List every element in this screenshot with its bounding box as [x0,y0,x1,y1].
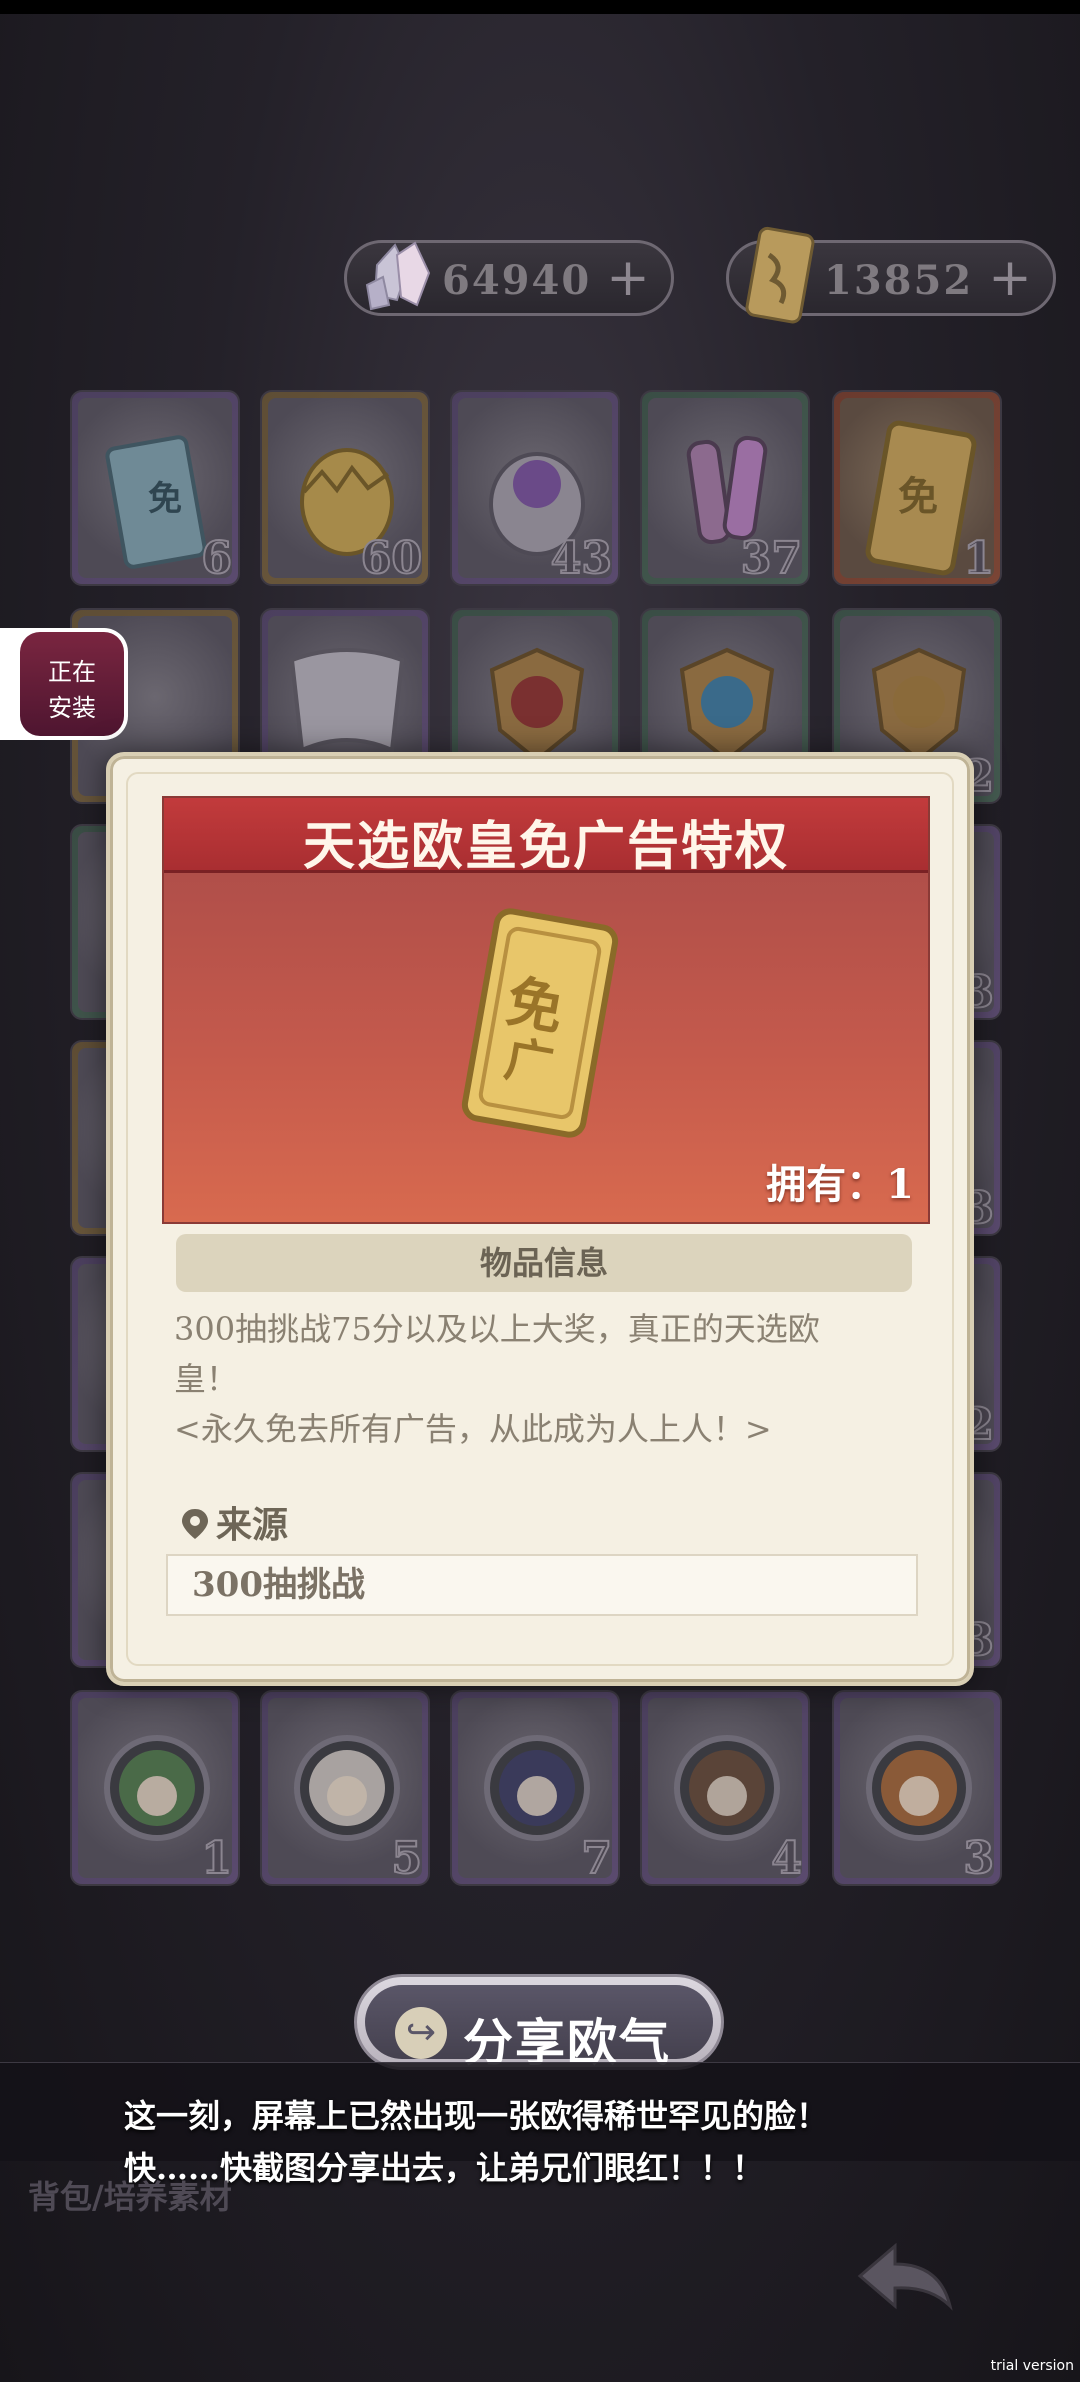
item-info-header: 物品信息 [176,1234,912,1292]
add-ticket-button[interactable]: + [985,252,1035,304]
description-line: 皇！ [174,1360,239,1398]
svg-text:免: 免 [148,479,182,519]
item-slot[interactable]: 37 [640,390,810,586]
item-slot[interactable]: 43 [450,390,620,586]
item-count: 1 [200,1832,233,1884]
item-slot[interactable]: 1 [70,1690,240,1886]
installing-label-line2: 安装 [48,694,96,722]
item-description: 300抽挑战75分以及以上大奖，真正的天选欧 皇！ <永久免去所有广告，从此成为… [174,1304,914,1454]
source-heading-text: 来源 [216,1504,289,1546]
crystal-currency: 64940 + [344,240,674,316]
source-entry[interactable]: 300抽挑战 [166,1554,918,1616]
installing-app-icon: 正在 安装 [20,632,124,736]
status-bar [0,0,1080,14]
item-count: 7 [580,1832,613,1884]
share-button[interactable]: ↪ 分享欧气 [354,1974,724,2072]
item-hero-panel: 天选欧皇免广告特权 免 广 拥有：1 [162,796,930,1224]
ticket-currency: 13852 + [726,226,1056,324]
ticket-icon [745,226,815,324]
item-title: 天选欧皇免广告特权 [302,816,789,877]
item-slot[interactable]: 3 [832,1690,1002,1886]
installing-label-line1: 正在 [48,658,96,686]
bag-tab-label[interactable]: 背包/培养素材 [28,2172,232,2218]
item-count: 60 [360,532,423,584]
item-detail-dialog: 天选欧皇免广告特权 免 广 拥有：1 物品信息 300抽挑战75分以及以上大奖，… [106,752,974,1686]
location-pin-icon [182,1509,208,1539]
item-slot[interactable]: 5 [260,1690,430,1886]
svg-text:免: 免 [898,473,938,520]
svg-text:广: 广 [500,1031,557,1094]
item-slot[interactable]: 4 [640,1690,810,1886]
back-arrow-icon[interactable] [850,2236,960,2316]
source-heading: 来源 [180,1496,288,1548]
item-slot[interactable]: 60 [260,390,430,586]
item-count: 37 [740,532,803,584]
item-count: 1 [962,532,995,584]
description-line: 300抽挑战75分以及以上大奖，真正的天选欧 [174,1310,820,1348]
ad-free-ticket-icon: 免 广 [461,908,619,1138]
watermark: trial version [990,2358,1074,2374]
description-line: <永久免去所有广告，从此成为人上人！> [174,1410,772,1448]
crystal-amount: 64940 [442,257,592,304]
item-slot[interactable]: 7 [450,1690,620,1886]
item-slot[interactable]: 免 6 [70,390,240,586]
owned-count: 拥有：1 [766,1161,914,1208]
ticket-amount: 13852 [824,257,974,304]
item-count: 5 [390,1832,423,1884]
installing-label: 正在 安装 [20,654,124,726]
item-slot[interactable]: 免 1 [832,390,1002,586]
installing-badge[interactable]: 正在 安装 [0,628,128,740]
share-button-face: ↪ 分享欧气 [365,1985,713,2072]
crystal-icon [365,241,431,311]
share-arrow-icon: ↪ [395,2007,447,2059]
item-count: 3 [962,1832,995,1884]
caption-line: 这一刻，屏幕上已然出现一张欧得稀世罕见的脸！ [124,2097,829,2135]
item-count: 4 [770,1832,803,1884]
title-band: 天选欧皇免广告特权 [164,798,928,877]
item-count: 43 [550,532,613,584]
add-crystal-button[interactable]: + [603,252,653,304]
item-count: 6 [200,532,233,584]
